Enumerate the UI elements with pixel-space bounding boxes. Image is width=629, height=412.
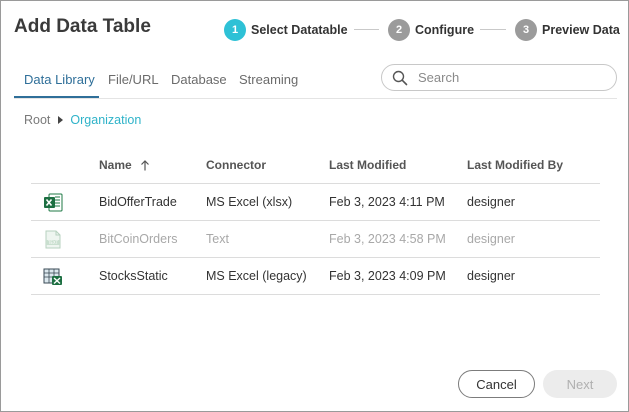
row-name: BitCoinOrders <box>99 232 178 246</box>
row-last-modified: Feb 3, 2023 4:11 PM <box>329 195 445 209</box>
cancel-button[interactable]: Cancel <box>458 370 535 398</box>
tab-database[interactable]: Database <box>171 64 227 98</box>
step-configure: 2 Configure <box>388 18 474 42</box>
tab-file-url[interactable]: File/URL <box>108 64 159 98</box>
row-last-modified: Feb 3, 2023 4:09 PM <box>329 269 446 283</box>
data-table-list: Name Connector Last Modified Last Modifi… <box>31 147 600 295</box>
column-header-last-modified-by[interactable]: Last Modified By <box>467 158 563 172</box>
search-box <box>381 64 617 91</box>
tabs-divider <box>14 98 617 99</box>
table-header: Name Connector Last Modified Last Modifi… <box>31 147 600 184</box>
breadcrumb-root[interactable]: Root <box>24 113 50 127</box>
breadcrumb-separator-icon <box>58 116 64 124</box>
row-connector: MS Excel (legacy) <box>206 269 307 283</box>
row-last-modified-by: designer <box>467 195 515 209</box>
table-row[interactable]: TEXT BitCoinOrders Text Feb 3, 2023 4:58… <box>31 221 600 258</box>
step-connector <box>354 29 379 30</box>
dialog-title: Add Data Table <box>14 16 151 37</box>
row-connector: Text <box>206 232 229 246</box>
search-input[interactable] <box>418 70 608 85</box>
step-preview-data: 3 Preview Data <box>515 18 620 42</box>
step-label: Preview Data <box>542 23 620 37</box>
row-name: StocksStatic <box>99 269 168 283</box>
search-icon[interactable] <box>392 70 408 86</box>
row-last-modified-by: designer <box>467 269 515 283</box>
excel-legacy-icon <box>43 268 62 285</box>
tab-data-library[interactable]: Data Library <box>14 64 99 98</box>
breadcrumb: Root Organization <box>24 112 141 128</box>
step-label: Configure <box>415 23 475 37</box>
column-header-last-modified[interactable]: Last Modified <box>329 158 406 172</box>
table-row[interactable]: BidOfferTrade MS Excel (xlsx) Feb 3, 202… <box>31 184 600 221</box>
step-number-badge: 2 <box>388 19 410 41</box>
tab-streaming[interactable]: Streaming <box>239 64 298 98</box>
text-file-icon: TEXT <box>45 230 61 249</box>
sort-ascending-arrow-icon <box>140 159 149 170</box>
row-name: BidOfferTrade <box>99 195 177 209</box>
step-number-badge: 3 <box>515 19 537 41</box>
add-data-table-dialog: Add Data Table 1 Select Datatable 2 Conf… <box>0 0 629 412</box>
row-last-modified: Feb 3, 2023 4:58 PM <box>329 232 446 246</box>
column-header-connector[interactable]: Connector <box>206 158 266 172</box>
step-number-badge: 1 <box>224 19 246 41</box>
column-header-name[interactable]: Name <box>99 158 150 172</box>
next-button[interactable]: Next <box>543 370 617 398</box>
svg-text:TEXT: TEXT <box>47 240 59 245</box>
breadcrumb-current[interactable]: Organization <box>70 113 141 127</box>
table-row[interactable]: StocksStatic MS Excel (legacy) Feb 3, 20… <box>31 258 600 295</box>
step-select-datatable: 1 Select Datatable <box>224 18 348 42</box>
row-last-modified-by: designer <box>467 232 515 246</box>
step-connector <box>480 29 506 30</box>
excel-xlsx-icon <box>44 193 63 212</box>
step-label: Select Datatable <box>251 23 348 37</box>
row-connector: MS Excel (xlsx) <box>206 195 293 209</box>
column-header-label: Name <box>99 158 132 172</box>
